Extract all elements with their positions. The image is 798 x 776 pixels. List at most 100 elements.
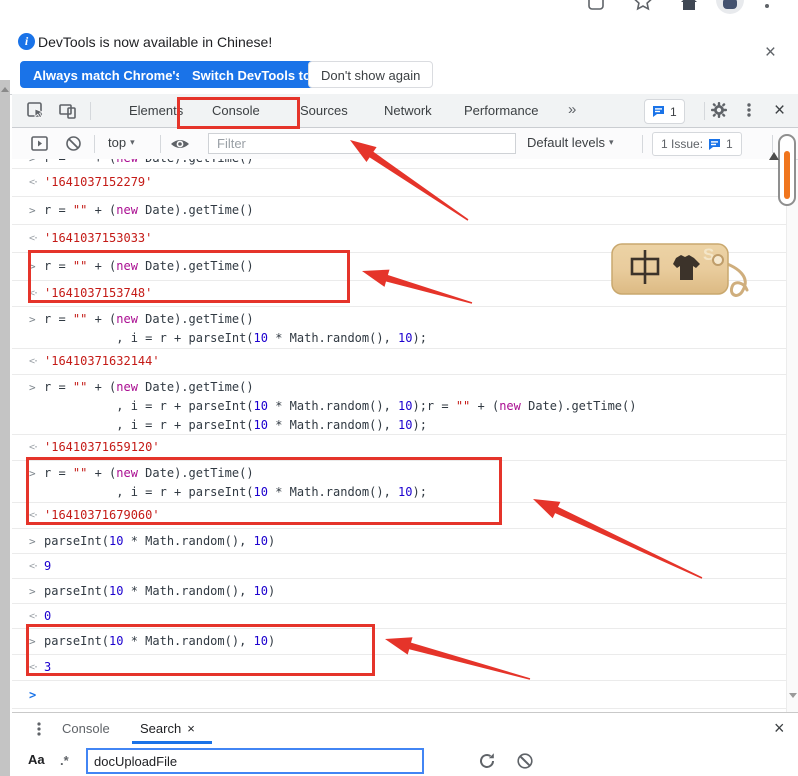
tag-grommet — [713, 255, 723, 265]
prompt-chevron-icon: > — [29, 378, 44, 397]
drawer-close-icon[interactable]: × — [774, 713, 785, 744]
prompt-chevron-icon: > — [29, 310, 44, 329]
tab-elements[interactable]: Elements — [129, 94, 183, 127]
banner-close-icon[interactable]: × — [765, 42, 776, 64]
refresh-icon[interactable] — [478, 751, 498, 771]
console-result-row: <·0 — [12, 604, 786, 629]
console-result-row: <·'16410371679060' — [12, 503, 786, 529]
issues-counter[interactable]: 1 Issue: 1 — [652, 132, 742, 156]
active-tab-underline — [132, 741, 212, 744]
console-prompt-row[interactable]: > — [12, 681, 786, 709]
console-code: 0 — [44, 607, 51, 626]
console-code: '1641037153748' — [44, 284, 152, 303]
console-code: 3 — [44, 658, 51, 677]
issues-count: 1 — [726, 137, 733, 151]
browser-toolbar — [0, 0, 798, 29]
regex-toggle[interactable]: .* — [60, 753, 69, 768]
settings-gear-icon[interactable] — [710, 101, 728, 119]
result-arrow-icon: <· — [29, 442, 44, 453]
chinese-tag-sticker: S — [600, 232, 775, 310]
prompt-chevron-icon: > — [29, 688, 44, 702]
more-tabs-icon[interactable]: » — [568, 94, 576, 127]
console-code: '1641037153033' — [44, 229, 152, 248]
console-result-row: <·'16410371632144' — [12, 349, 786, 375]
console-input-row: >parseInt(10 * Math.random(), 10) — [12, 579, 786, 604]
result-arrow-icon: <· — [29, 611, 44, 622]
prompt-chevron-icon: > — [29, 464, 44, 483]
console-result-row: <·9 — [12, 554, 786, 579]
devtools-screenshot: i DevTools is now available in Chinese! … — [0, 0, 798, 776]
devtools-close-icon[interactable]: × — [774, 94, 785, 127]
console-input-row: >r = "" + (new Date).getTime() — [12, 197, 786, 225]
console-input-row: >r = "" + (new Date).getTime() — [12, 159, 786, 169]
drawer-tab-console[interactable]: Console — [62, 713, 110, 744]
close-search-tab-icon[interactable]: × — [187, 721, 195, 736]
result-arrow-icon: <· — [29, 177, 44, 188]
console-code: 9 — [44, 557, 51, 576]
prompt-chevron-icon: > — [29, 535, 44, 548]
devtools-tabbar: Elements Console Sources Network Perform… — [12, 94, 798, 128]
home-icon[interactable] — [679, 0, 699, 13]
drawer-menu-kebab-icon[interactable] — [34, 721, 44, 739]
info-icon: i — [18, 33, 35, 50]
chevron-down-icon: ▾ — [609, 137, 614, 147]
console-code: r = "" + (new Date).getTime() — [44, 257, 254, 276]
live-expression-eye-icon[interactable] — [169, 135, 191, 153]
console-code: r = "" + (new Date).getTime() , i = r + … — [44, 464, 427, 502]
match-case-toggle[interactable]: Aa — [28, 752, 45, 767]
console-toolbar: top▾ Default levels▾ 1 Issue: 1 — [12, 128, 798, 160]
chevron-down-icon: ▾ — [130, 137, 135, 147]
tab-network[interactable]: Network — [384, 94, 432, 127]
issues-label: 1 Issue: — [661, 137, 703, 151]
search-input[interactable] — [86, 748, 424, 774]
console-result-row: <·'16410371659120' — [12, 435, 786, 461]
scroll-up-icon[interactable] — [1, 87, 9, 92]
prompt-chevron-icon: > — [29, 260, 44, 273]
console-code: '16410371632144' — [44, 352, 160, 371]
console-input-row: >r = "" + (new Date).getTime() , i = r +… — [12, 307, 786, 349]
console-code: r = "" + (new Date).getTime() — [44, 159, 254, 168]
tab-console[interactable]: Console — [212, 94, 260, 127]
page-scrollbar[interactable] — [0, 80, 10, 776]
result-arrow-icon: <· — [29, 510, 44, 521]
result-arrow-icon: <· — [29, 288, 44, 299]
console-input-row: >parseInt(10 * Math.random(), 10) — [12, 629, 786, 655]
scroll-indicator-capsule[interactable] — [778, 134, 796, 206]
console-code: '16410371679060' — [44, 506, 160, 525]
devtools-menu-kebab-icon[interactable] — [742, 101, 756, 119]
dont-show-again-button[interactable]: Don't show again — [308, 61, 433, 88]
clear-console-icon[interactable] — [64, 134, 84, 154]
scroll-down-icon[interactable] — [789, 693, 797, 698]
prompt-chevron-icon: > — [29, 635, 44, 648]
inspect-element-icon[interactable] — [26, 101, 46, 121]
log-levels-dropdown[interactable]: Default levels▾ — [527, 135, 614, 150]
clear-search-icon[interactable] — [515, 751, 535, 771]
console-scrollbar[interactable] — [786, 160, 798, 712]
console-result-row: <·3 — [12, 655, 786, 681]
context-selector[interactable]: top▾ — [108, 135, 135, 150]
result-arrow-icon: <· — [29, 561, 44, 572]
console-input-row: >parseInt(10 * Math.random(), 10) — [12, 529, 786, 554]
tab-performance[interactable]: Performance — [464, 94, 538, 127]
prompt-chevron-icon: > — [29, 585, 44, 598]
result-arrow-icon: <· — [29, 356, 44, 367]
tab-sources[interactable]: Sources — [300, 94, 348, 127]
drawer-tab-search[interactable]: Search× — [140, 713, 195, 744]
console-code: r = "" + (new Date).getTime() , i = r + … — [44, 310, 427, 348]
browser-menu-icon[interactable] — [765, 4, 769, 8]
console-code: parseInt(10 * Math.random(), 10) — [44, 532, 275, 551]
console-input-row: >r = "" + (new Date).getTime() , i = r +… — [12, 375, 786, 435]
toggle-device-toolbar-icon[interactable] — [58, 101, 78, 121]
console-result-row: <·'1641037152279' — [12, 169, 786, 197]
console-sidebar-toggle-icon[interactable] — [30, 134, 50, 154]
console-messages-badge[interactable]: 1 — [644, 99, 685, 124]
bookmark-star-icon[interactable] — [632, 0, 654, 13]
banner-message: DevTools is now available in Chinese! — [38, 34, 272, 50]
filter-input[interactable] — [208, 133, 516, 154]
profile-avatar[interactable] — [716, 0, 744, 14]
console-code: parseInt(10 * Math.random(), 10) — [44, 632, 275, 651]
browser-window-icon[interactable] — [586, 0, 606, 12]
console-code: '16410371659120' — [44, 438, 160, 457]
devtools-language-banner: i DevTools is now available in Chinese! … — [0, 28, 798, 95]
result-arrow-icon: <· — [29, 233, 44, 244]
